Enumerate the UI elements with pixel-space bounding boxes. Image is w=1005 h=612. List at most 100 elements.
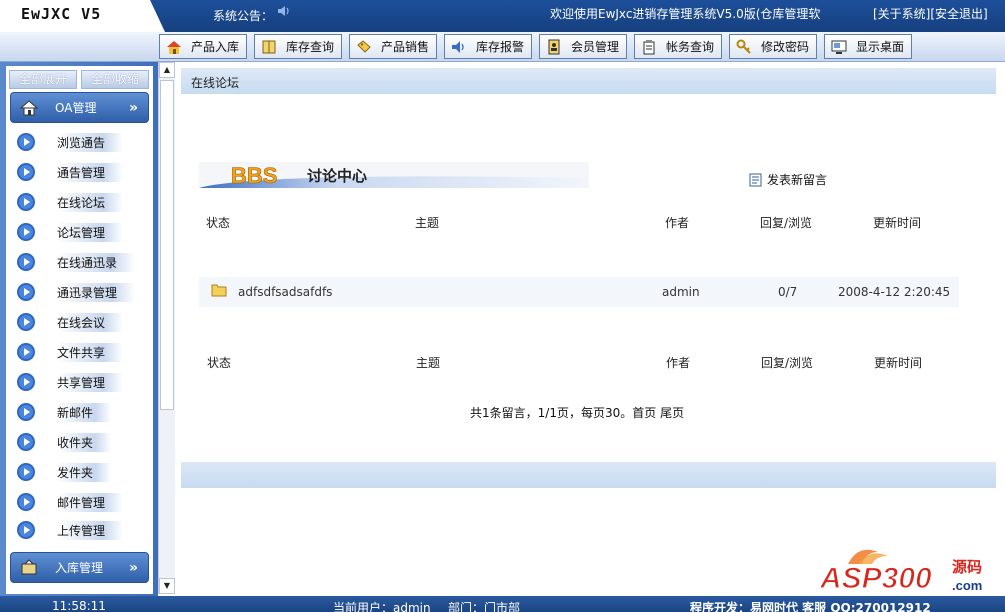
sidebar-item-contacts-management[interactable]: 通迅录管理 (10, 279, 149, 305)
member-management-button[interactable]: 会员管理 (539, 34, 627, 59)
app-logo: EwJXC V5 (21, 5, 102, 23)
group-inbound-label: 入库管理 (55, 561, 104, 575)
inbox-tray-icon (21, 558, 37, 574)
play-circle-icon (17, 283, 35, 301)
topic-replies: 0/7 (778, 285, 798, 299)
product-inbound-button[interactable]: 产品入库 (159, 34, 247, 59)
account-query-button[interactable]: 帐务查询 (634, 34, 722, 59)
product-sales-label: 产品销售 (381, 40, 430, 54)
col-author: 作者 (665, 216, 690, 230)
asp300-watermark-logo: ASP300 源码 .com (818, 549, 982, 594)
status-bar: 11:58:11 当前用户：admin 部门：门市部 程序开发：易网时代 客服 … (0, 596, 1005, 612)
sidebar-item-file-share[interactable]: 文件共享 (10, 339, 149, 365)
topic-author: admin (662, 285, 700, 299)
member-management-label: 会员管理 (571, 40, 620, 54)
last-page-link[interactable]: 尾页 (660, 406, 684, 420)
sidebar-item-forum-management[interactable]: 论坛管理 (10, 219, 149, 245)
status-dept: 部门：门市部 (448, 601, 521, 612)
play-circle-icon (17, 253, 35, 271)
main-bottom-bar (181, 462, 996, 488)
sidebar-item-label: 收件夹 (57, 432, 112, 452)
play-circle-icon (17, 163, 35, 181)
about-link[interactable]: [关于系统] (873, 7, 930, 21)
sidebar-item-inbox[interactable]: 收件夹 (10, 429, 149, 455)
sidebar-item-upload-management[interactable]: 上传管理 (10, 517, 149, 543)
sidebar-item-outbox[interactable]: 发件夹 (10, 459, 149, 485)
chevron-right-icon: » (128, 99, 138, 116)
sidebar-item-label: 浏览通告 (57, 132, 124, 152)
sidebar-item-new-mail[interactable]: 新邮件 (10, 399, 149, 425)
group-inbound-management[interactable]: 入库管理 » (10, 552, 149, 583)
sidebar-item-online-forum[interactable]: 在线论坛 (10, 189, 149, 215)
speaker-icon (452, 40, 464, 53)
col-replies: 回复/浏览 (761, 356, 814, 370)
change-password-label: 修改密码 (761, 40, 810, 54)
table-header: 状态 主题 作者 回复/浏览 更新时间 (199, 211, 959, 231)
col-subject: 主题 (415, 216, 440, 230)
sidebar-item-online-contacts[interactable]: 在线通迅录 (10, 249, 149, 275)
first-page-link[interactable]: 首页 (632, 406, 656, 420)
sidebar-item-label: 在线会议 (57, 312, 124, 332)
col-updated: 更新时间 (874, 356, 923, 370)
speaker-icon[interactable] (276, 3, 292, 19)
collapse-all-button[interactable]: 全部收缩 (81, 70, 149, 89)
watermark-sub-text: 源码 (952, 558, 982, 576)
banner-bbs-text: BBS (231, 163, 277, 188)
sidebar-item-label: 新邮件 (57, 402, 112, 422)
topic-subject-link[interactable]: adfsdfsadsafdfs (238, 285, 332, 299)
sidebar-item-label: 在线论坛 (57, 192, 124, 212)
banner-title-text: 讨论中心 (307, 167, 367, 185)
col-replies: 回复/浏览 (760, 216, 813, 230)
sidebar-item-mail-management[interactable]: 邮件管理 (10, 489, 149, 515)
clipboard-icon (643, 39, 655, 54)
col-status: 状态 (207, 356, 232, 370)
scroll-thumb[interactable] (160, 80, 174, 410)
table-row[interactable]: adfsdfsadsafdfs admin 0/7 2008-4-12 2:20… (199, 277, 959, 307)
scroll-up-arrow-icon[interactable]: ▲ (159, 62, 175, 78)
scroll-down-arrow-icon[interactable]: ▼ (159, 578, 175, 594)
house-icon (19, 99, 39, 115)
expand-all-button[interactable]: 全部展开 (9, 70, 77, 89)
sidebar-item-label: 上传管理 (57, 520, 124, 540)
status-time: 11:58:11 (52, 599, 106, 612)
sidebar-item-notice-management[interactable]: 通告管理 (10, 159, 149, 185)
sidebar-item-label: 文件共享 (57, 342, 124, 362)
sidebar-item-browse-notice[interactable]: 浏览通告 (10, 129, 149, 155)
stock-alarm-label: 库存报警 (476, 40, 525, 54)
account-query-label: 帐务查询 (666, 40, 715, 54)
stock-query-label: 库存查询 (286, 40, 335, 54)
group-oa-management[interactable]: OA管理 » (10, 92, 149, 123)
top-header: EwJXC V5 系统公告： 欢迎使用EwJxc进销存管理系统V5.0版(仓库管… (0, 0, 1005, 32)
key-icon (736, 39, 751, 54)
play-circle-icon (17, 373, 35, 391)
main-title-bar: 在线论坛 (181, 68, 996, 94)
show-desktop-button[interactable]: 显示桌面 (824, 34, 912, 59)
sidebar-item-online-meeting[interactable]: 在线会议 (10, 309, 149, 335)
pagination-summary: 共1条留言，1/1页，每页30。 (470, 406, 633, 420)
col-author: 作者 (666, 356, 691, 370)
watermark-domain-text: .com (952, 578, 982, 593)
logo-panel: EwJXC V5 (0, 0, 165, 32)
member-card-icon (548, 39, 560, 54)
top-links: [关于系统][安全退出] (873, 5, 988, 22)
sidebar-scrollbar[interactable]: ▲ ▼ (158, 62, 175, 594)
watermark-main-text: ASP300 (819, 562, 932, 594)
product-sales-button[interactable]: 产品销售 (349, 34, 437, 59)
desktop-icon (831, 40, 847, 54)
new-post-button[interactable]: 发表新留言 (748, 171, 827, 188)
stock-alarm-button[interactable]: 库存报警 (444, 34, 532, 59)
change-password-button[interactable]: 修改密码 (729, 34, 817, 59)
play-circle-icon (17, 313, 35, 331)
logout-link[interactable]: [安全退出] (930, 7, 987, 21)
tag-icon (357, 39, 371, 53)
play-circle-icon (17, 343, 35, 361)
sidebar-item-label: 通告管理 (57, 162, 124, 182)
page-title: 在线论坛 (191, 76, 240, 90)
play-circle-icon (17, 433, 35, 451)
status-developer: 程序开发：易网时代 客服 QQ:270012912 (690, 601, 931, 612)
sidebar-item-share-management[interactable]: 共享管理 (10, 369, 149, 395)
sidebar-panel: 全部展开 全部收缩 OA管理 » 浏览通告 通告管理 在线论坛 论坛管理 在线通… (6, 66, 153, 594)
table-footer-header: 状态 主题 作者 回复/浏览 更新时间 (199, 351, 959, 371)
play-circle-icon (17, 521, 35, 539)
stock-query-button[interactable]: 库存查询 (254, 34, 342, 59)
